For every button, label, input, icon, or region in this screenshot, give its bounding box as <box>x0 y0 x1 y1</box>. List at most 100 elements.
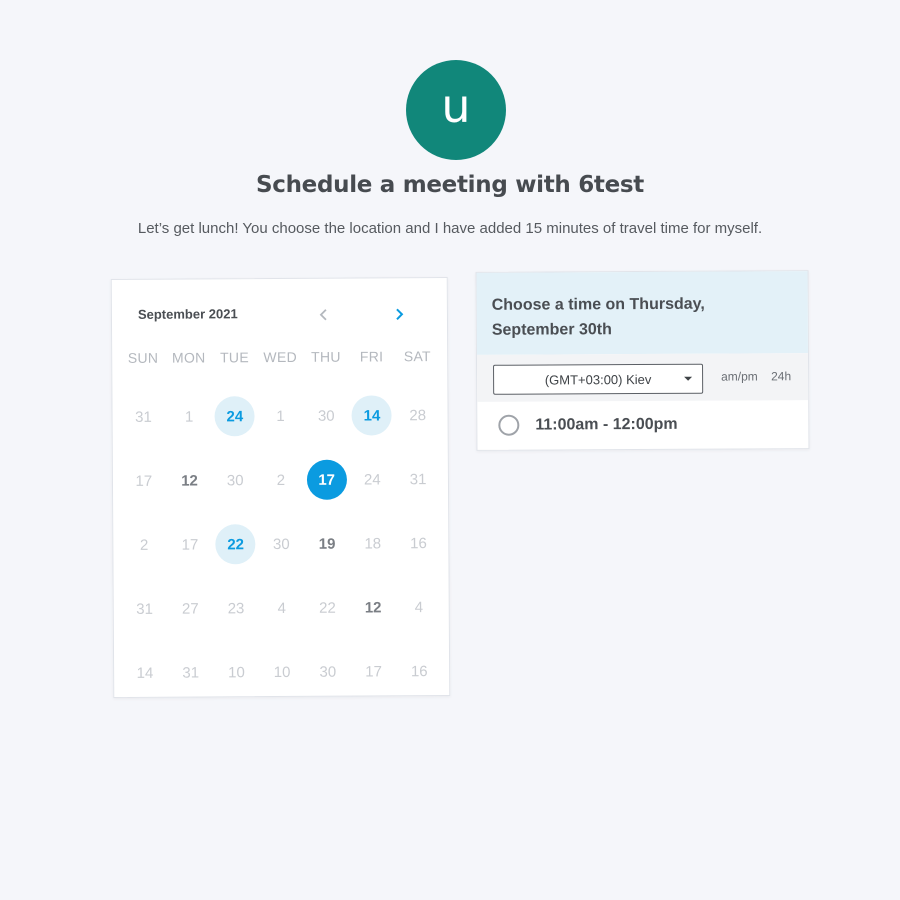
chevron-right-icon <box>396 308 404 320</box>
day-number: 23 <box>227 599 245 617</box>
timezone-select[interactable]: (GMT+03:00) Kiev <box>493 363 704 395</box>
day-number: 18 <box>364 534 382 552</box>
calendar-day: 10 <box>259 640 305 704</box>
calendar-day: 23 <box>213 576 259 640</box>
day-number: 12 <box>181 472 198 490</box>
timezone-value: (GMT+03:00) Kiev <box>544 371 652 388</box>
calendar-day: 30 <box>303 384 349 448</box>
day-number: 2 <box>139 536 149 554</box>
calendar-day: 27 <box>167 576 213 640</box>
calendar-day: 24 <box>349 447 395 511</box>
calendar-day: 16 <box>395 511 441 575</box>
time-slot-label: 11:00am - 12:00pm <box>535 415 678 434</box>
day-number: 22 <box>215 524 256 565</box>
format-ampm-toggle[interactable]: am/pm <box>721 369 758 383</box>
day-number: 31 <box>135 408 152 426</box>
available-day[interactable]: 14 <box>349 383 395 447</box>
day-number: 30 <box>226 471 244 489</box>
next-month-button[interactable] <box>387 302 411 326</box>
calendar-day: 4 <box>396 575 442 639</box>
day-number: 19 <box>318 535 336 553</box>
calendar-day: 2 <box>121 513 167 577</box>
calendar-day: 2 <box>258 448 304 512</box>
calendar-day: 1 <box>258 384 304 448</box>
weekday-label: SAT <box>403 348 431 365</box>
calendar-day: 12 <box>350 575 396 639</box>
host-avatar: u <box>406 60 506 160</box>
format-24h-toggle[interactable]: 24h <box>771 369 791 383</box>
calendar-day: 28 <box>395 383 441 447</box>
calendar-day: 4 <box>259 576 305 640</box>
page-title: Schedule a meeting with 6test <box>255 172 644 198</box>
calendar-day: 30 <box>258 512 304 576</box>
time-slot[interactable]: 11:00am - 12:00pm <box>477 400 808 450</box>
day-number: 24 <box>214 396 255 437</box>
weekday-label: TUE <box>219 349 249 366</box>
day-number: 1 <box>184 408 194 426</box>
month-label: September 2021 <box>137 306 238 322</box>
meeting-description: Let’s get lunch! You choose the location… <box>137 220 763 237</box>
day-number: 30 <box>272 535 290 553</box>
day-number: 10 <box>228 663 245 681</box>
weekday-label: SUN <box>127 349 159 366</box>
calendar-day: 30 <box>212 448 258 512</box>
chevron-left-icon <box>319 309 327 321</box>
weekday-header: SUN MON TUE WED THU FRI SAT <box>120 348 440 366</box>
day-grid: 31 1 24 1 30 14 28 17 12 30 2 17 24 31 2 17 22 30 19 18 16 31… <box>120 383 442 705</box>
available-day[interactable]: 24 <box>212 384 258 448</box>
weekday-label: THU <box>311 348 341 365</box>
calendar-day: 12 <box>166 448 212 512</box>
available-day[interactable]: 22 <box>213 512 259 576</box>
time-picker: Choose a time on Thursday, September 30t… <box>475 270 810 451</box>
day-number: 16 <box>410 662 428 680</box>
day-number: 24 <box>363 470 381 488</box>
calendar-day: 22 <box>304 576 350 640</box>
day-number: 14 <box>136 664 154 682</box>
day-number: 30 <box>319 663 337 681</box>
calendar-day: 1 <box>166 384 212 448</box>
prev-month-button[interactable] <box>312 303 336 327</box>
day-number: 17 <box>135 472 153 490</box>
day-number: 17 <box>306 459 347 500</box>
calendar-day: 31 <box>168 640 214 704</box>
calendar-day: 31 <box>122 577 168 641</box>
calendar-day: 17 <box>167 512 213 576</box>
day-number: 4 <box>414 598 424 616</box>
timezone-row: (GMT+03:00) Kiev am/pm 24h <box>476 353 809 402</box>
calendar-day: 19 <box>304 512 350 576</box>
weekday-label: WED <box>263 348 298 366</box>
calendar-day: 14 <box>122 641 168 705</box>
calendar-day: 31 <box>120 385 166 449</box>
day-number: 31 <box>136 600 153 618</box>
day-number: 12 <box>364 598 382 616</box>
weekday-label: FRI <box>359 348 384 365</box>
day-number: 31 <box>182 664 200 682</box>
calendar-day: 17 <box>350 639 396 703</box>
calendar-day: 10 <box>213 640 259 704</box>
calendar-day: 30 <box>305 640 351 704</box>
avatar-initial: u <box>441 79 471 133</box>
day-number: 2 <box>276 471 286 489</box>
day-number: 16 <box>410 534 427 552</box>
day-number: 4 <box>277 599 286 617</box>
day-number: 30 <box>317 407 335 425</box>
day-number: 10 <box>273 663 291 681</box>
day-number: 17 <box>181 536 199 554</box>
caret-down-icon <box>684 376 693 381</box>
date-picker: September 2021 SUN MON TUE WED THU FRI S… <box>110 276 451 699</box>
day-number: 28 <box>409 406 427 424</box>
calendar-day: 18 <box>350 511 396 575</box>
day-number: 27 <box>181 600 199 618</box>
weekday-label: MON <box>171 349 206 366</box>
radio-button[interactable] <box>498 414 520 436</box>
calendar-day: 31 <box>395 447 441 511</box>
calendar-day: 16 <box>396 639 442 703</box>
day-number: 14 <box>351 395 393 436</box>
time-heading: Choose a time on Thursday, September 30t… <box>476 271 808 355</box>
day-number: 31 <box>409 470 427 488</box>
day-number: 22 <box>319 599 336 617</box>
selected-day[interactable]: 17 <box>304 448 350 512</box>
day-number: 1 <box>276 407 285 425</box>
calendar-day: 17 <box>121 449 167 513</box>
day-number: 17 <box>365 662 382 680</box>
